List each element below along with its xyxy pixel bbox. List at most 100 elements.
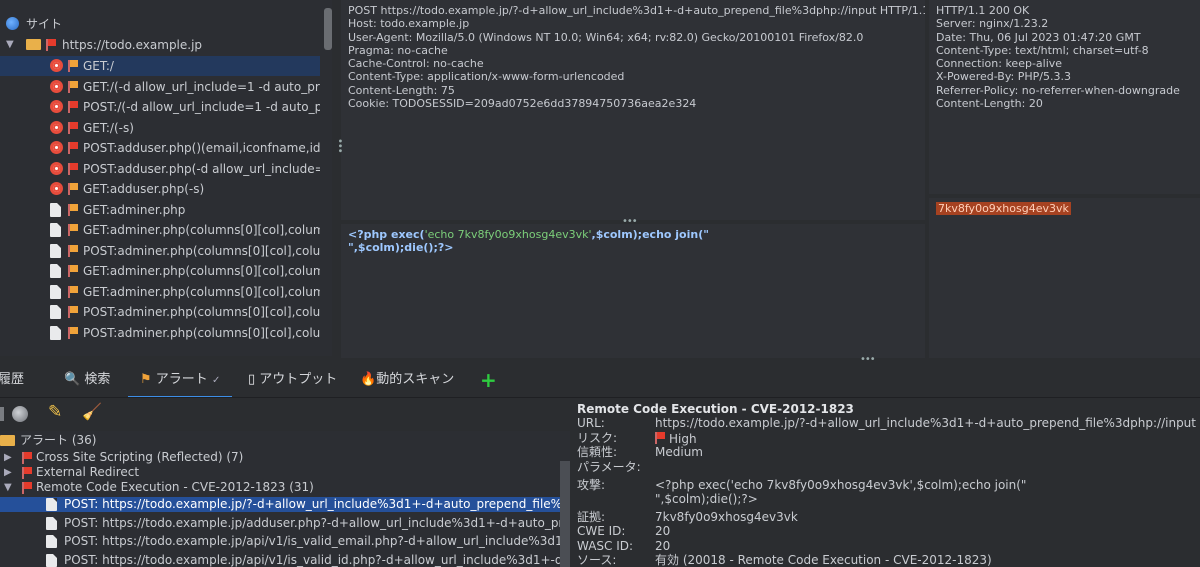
chevron-right-icon[interactable]: ▶ [4, 465, 12, 480]
site-request-node[interactable]: GET:adminer.php(columns[0][col],columns[… [0, 220, 320, 240]
request-body-text[interactable]: <?php exec('echo 7kv8fy0o9xhosg4ev3vk',$… [341, 224, 925, 259]
flag-icon [22, 467, 32, 479]
header-line: User-Agent: Mozilla/5.0 (Windows NT 10.0… [348, 30, 864, 44]
alert-instance-label: POST: https://todo.example.jp/api/v1/is_… [64, 552, 570, 567]
broom-icon[interactable]: 🧹 [82, 402, 102, 421]
splitter-grip[interactable]: ••• [334, 138, 345, 153]
response-evidence-highlight[interactable]: 7kv8fy0o9xhosg4ev3vk [936, 202, 1071, 215]
document-icon [50, 223, 61, 237]
flag-icon [68, 326, 78, 339]
document-icon [50, 202, 61, 217]
alert-instance-row[interactable]: POST: https://todo.example.jp/api/v1/is_… [0, 534, 570, 549]
output-icon: ▯ [248, 372, 260, 387]
alert-instance-row[interactable]: POST: https://todo.example.jp/api/v1/is_… [0, 553, 570, 567]
alert-instance-row[interactable]: POST: https://todo.example.jp/adduser.ph… [0, 516, 570, 531]
alert-group-xss[interactable]: ▶ Cross Site Scripting (Reflected) (7) [0, 450, 570, 465]
flag-icon [68, 265, 78, 277]
detail-value: 20 [655, 539, 671, 553]
detail-key: パラメータ: [577, 460, 641, 474]
header-line: Pragma: no-cache [348, 43, 448, 57]
tab-search-label: 検索 [84, 372, 111, 387]
alert-flag-icon: ⚑ [140, 372, 156, 387]
site-request-node[interactable]: POST:adminer.php(columns[0][col],columns [0, 302, 320, 322]
response-body-pane[interactable]: 7kv8fy0o9xhosg4ev3vk [929, 198, 1200, 358]
site-request-label: GET:adminer.php(columns[0][col],columns[… [83, 284, 320, 299]
request-header-pane[interactable]: POST https://todo.example.jp/?-d+allow_u… [341, 0, 925, 220]
flag-icon [68, 162, 78, 175]
flag-icon [22, 452, 32, 464]
search-icon: 🔍 [64, 372, 85, 387]
site-request-node[interactable]: GET:/(-s) [0, 118, 320, 138]
alert-group-label: Cross Site Scripting (Reflected) (7) [36, 450, 244, 464]
response-header-text[interactable]: HTTP/1.1 200 OK Server: nginx/1.23.2 Date:… [929, 0, 1200, 114]
folder-icon [0, 435, 15, 446]
site-request-node[interactable]: GET:/(-d allow_url_include=1 -d auto_pre… [0, 77, 320, 97]
alert-instance-label: POST: https://todo.example.jp/?-d+allow_… [64, 497, 570, 511]
header-line: Content-Type: text/html; charset=utf-8 [936, 43, 1149, 57]
document-icon [50, 325, 61, 340]
sites-scrollbar[interactable] [324, 8, 332, 50]
tab-search[interactable]: 🔍 検索 [64, 362, 111, 397]
site-request-label: POST:adduser.php(-d allow_url_include=1 … [83, 161, 320, 176]
request-body-pane[interactable]: <?php exec('echo 7kv8fy0o9xhosg4ev3vk',$… [341, 224, 925, 358]
document-icon [50, 284, 61, 299]
site-request-node[interactable]: GET:adduser.php(-s) [0, 179, 320, 199]
chevron-right-icon[interactable]: ▶ [4, 450, 12, 465]
sites-root[interactable]: サイト [0, 14, 320, 34]
site-request-node[interactable]: GET:adminer.php(columns[0][col],columns[… [0, 261, 320, 281]
site-request-node[interactable]: GET:/ [0, 56, 320, 76]
site-request-node[interactable]: POST:adduser.php(-d allow_url_include=1 … [0, 159, 320, 179]
site-request-node[interactable]: GET:adminer.php(columns[0][col],columns[… [0, 282, 320, 302]
site-host-node[interactable]: ▼ https://todo.example.jp [0, 35, 320, 55]
site-request-node[interactable]: POST:adduser.php()(email,iconfname,id,pw… [0, 138, 320, 158]
document-icon [46, 516, 57, 530]
chevron-down-icon[interactable]: ▼ [4, 480, 12, 495]
tab-history[interactable]: 履歴 [0, 362, 24, 397]
scan-ball-icon[interactable] [12, 406, 28, 422]
alerts-root[interactable]: アラート (36) [0, 433, 570, 448]
fire-icon: 🔥 [360, 372, 377, 387]
response-header-pane[interactable]: HTTP/1.1 200 OK Server: nginx/1.23.2 Date:… [929, 0, 1200, 194]
php-line2-token: ",$colm);die();?> [348, 241, 454, 255]
site-request-label: POST:/(-d allow_url_include=1 -d auto_pr… [83, 100, 320, 114]
flag-icon [68, 183, 78, 195]
tab-alerts[interactable]: ⚑ アラート ✓ [128, 362, 232, 397]
alerts-scrollbar[interactable] [560, 461, 570, 567]
alert-details-title: Remote Code Execution - CVE-2012-1823 [577, 402, 854, 416]
site-request-node[interactable]: POST:adminer.php(columns[0][col],columns [0, 323, 320, 343]
header-line: Server: nginx/1.23.2 [936, 17, 1049, 31]
document-icon [50, 264, 61, 278]
detail-row: 攻撃: <?php exec('echo 7kv8fy0o9xhosg4ev3vk… [577, 478, 1197, 493]
site-request-node[interactable]: POST:/(-d allow_url_include=1 -d auto_pr… [0, 97, 320, 117]
toolbar-clipped-icon[interactable] [0, 407, 4, 421]
php-rest-token: ,$colm);echo join(" [591, 228, 709, 241]
flag-icon [22, 482, 32, 494]
detail-value: 20 [655, 524, 671, 538]
detail-value: https://todo.example.jp/?-d+allow_url_in… [655, 416, 1196, 430]
header-line: POST https://todo.example.jp/?-d+allow_u… [348, 4, 925, 17]
edit-pencil-icon[interactable]: ✎ [48, 402, 62, 422]
site-request-node[interactable]: GET:adminer.php [0, 200, 320, 220]
php-open-token: <?php exec( [348, 228, 425, 241]
tab-alerts-label: アラート [155, 372, 208, 387]
chevron-down-icon[interactable]: ▼ [6, 35, 14, 55]
alert-group-rce[interactable]: ▼ Remote Code Execution - CVE-2012-1823 … [0, 480, 570, 495]
site-request-node[interactable]: POST:adminer.php(columns[0][col],columns [0, 241, 320, 261]
globe-icon [6, 17, 19, 30]
alert-instance-row[interactable]: POST: https://todo.example.jp/?-d+allow_… [0, 497, 570, 512]
site-request-label: POST:adduser.php()(email,iconfname,id,pw… [83, 141, 320, 155]
add-tab-button[interactable]: + [480, 362, 497, 397]
document-icon [46, 498, 57, 511]
site-request-label: POST:adminer.php(columns[0][col],columns [83, 325, 320, 340]
detail-row: パラメータ: [577, 460, 1197, 475]
tree-row-clipped [0, 0, 320, 10]
detail-key: ソース: [577, 553, 617, 567]
tab-output[interactable]: ▯ アウトプット [248, 362, 337, 397]
alert-group-redirect[interactable]: ▶ External Redirect [0, 465, 570, 480]
detail-row: WASC ID: 20 [577, 539, 1197, 554]
site-request-label: GET:adminer.php [83, 202, 186, 217]
request-header-text[interactable]: POST https://todo.example.jp/?-d+allow_u… [341, 0, 925, 114]
tab-active-scan[interactable]: 🔥動的スキャン [360, 362, 454, 397]
alerts-tree: アラート (36) ▶ Cross Site Scripting (Reflec… [0, 431, 570, 567]
alert-instance-label: POST: https://todo.example.jp/adduser.ph… [64, 515, 570, 530]
